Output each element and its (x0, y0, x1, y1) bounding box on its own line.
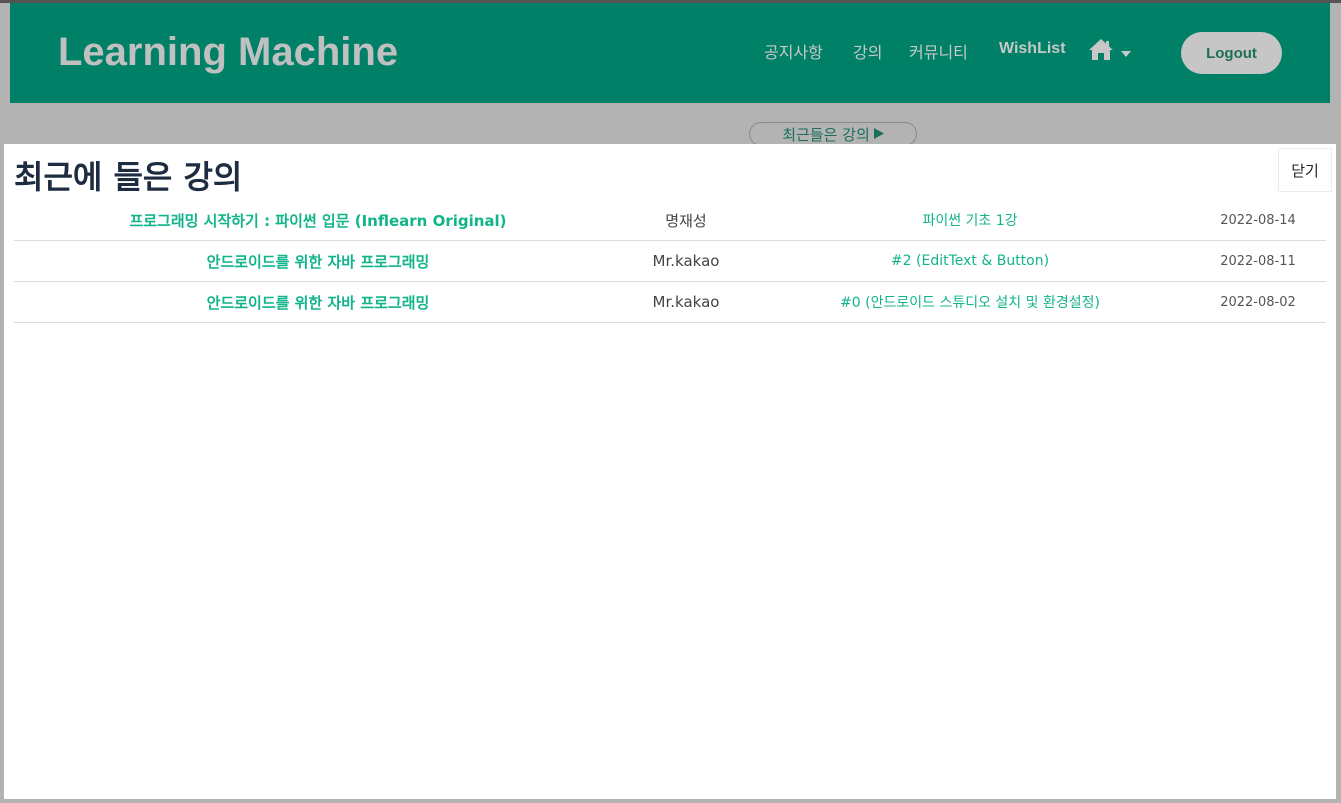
close-button[interactable]: 닫기 (1278, 148, 1332, 192)
logout-button[interactable]: Logout (1181, 32, 1282, 74)
recent-courses-toggle[interactable]: 최근들은 강의 (749, 122, 917, 146)
table-row: 프로그래밍 시작하기 : 파이썬 입문 (Inflearn Original) … (14, 200, 1326, 241)
nav-notice[interactable]: 공지사항 (764, 39, 823, 63)
table-row: 안드로이드를 위한 자바 프로그래밍 Mr.kakao #2 (EditText… (14, 241, 1326, 282)
nav-wishlist[interactable]: WishList (999, 40, 1066, 58)
home-dropdown[interactable] (1087, 37, 1131, 65)
site-header: Learning Machine 공지사항 강의 커뮤니티 WishList L… (10, 3, 1330, 103)
lesson-link[interactable]: #0 (안드로이드 스튜디오 설치 및 환경설정) (750, 282, 1190, 322)
watched-date: 2022-08-11 (1220, 253, 1296, 269)
lesson-link[interactable]: 파이썬 기초 1강 (750, 200, 1190, 240)
teacher-name: 명재성 (665, 211, 707, 230)
nav-community[interactable]: 커뮤니티 (909, 39, 968, 63)
course-link[interactable]: 프로그래밍 시작하기 : 파이썬 입문 (Inflearn Original) (14, 200, 622, 240)
watched-date: 2022-08-14 (1220, 212, 1296, 228)
teacher-name: Mr.kakao (652, 293, 720, 311)
watched-date: 2022-08-02 (1220, 294, 1296, 310)
play-arrow-icon (873, 125, 884, 143)
recent-courses-modal: 최근에 들은 강의 닫기 프로그래밍 시작하기 : 파이썬 입문 (Inflea… (4, 144, 1336, 799)
nav-courses[interactable]: 강의 (853, 39, 882, 63)
chevron-down-icon (1121, 42, 1131, 61)
home-icon (1087, 37, 1115, 65)
modal-title: 최근에 들은 강의 (14, 158, 243, 196)
course-link[interactable]: 안드로이드를 위한 자바 프로그래밍 (14, 282, 622, 322)
teacher-name: Mr.kakao (652, 252, 720, 270)
course-link[interactable]: 안드로이드를 위한 자바 프로그래밍 (14, 241, 622, 281)
recent-courses-table: 프로그래밍 시작하기 : 파이썬 입문 (Inflearn Original) … (14, 200, 1326, 323)
recent-toggle-label: 최근들은 강의 (782, 125, 870, 144)
table-row: 안드로이드를 위한 자바 프로그래밍 Mr.kakao #0 (안드로이드 스튜… (14, 282, 1326, 323)
brand-logo[interactable]: Learning Machine (58, 30, 398, 75)
lesson-link[interactable]: #2 (EditText & Button) (750, 241, 1190, 281)
